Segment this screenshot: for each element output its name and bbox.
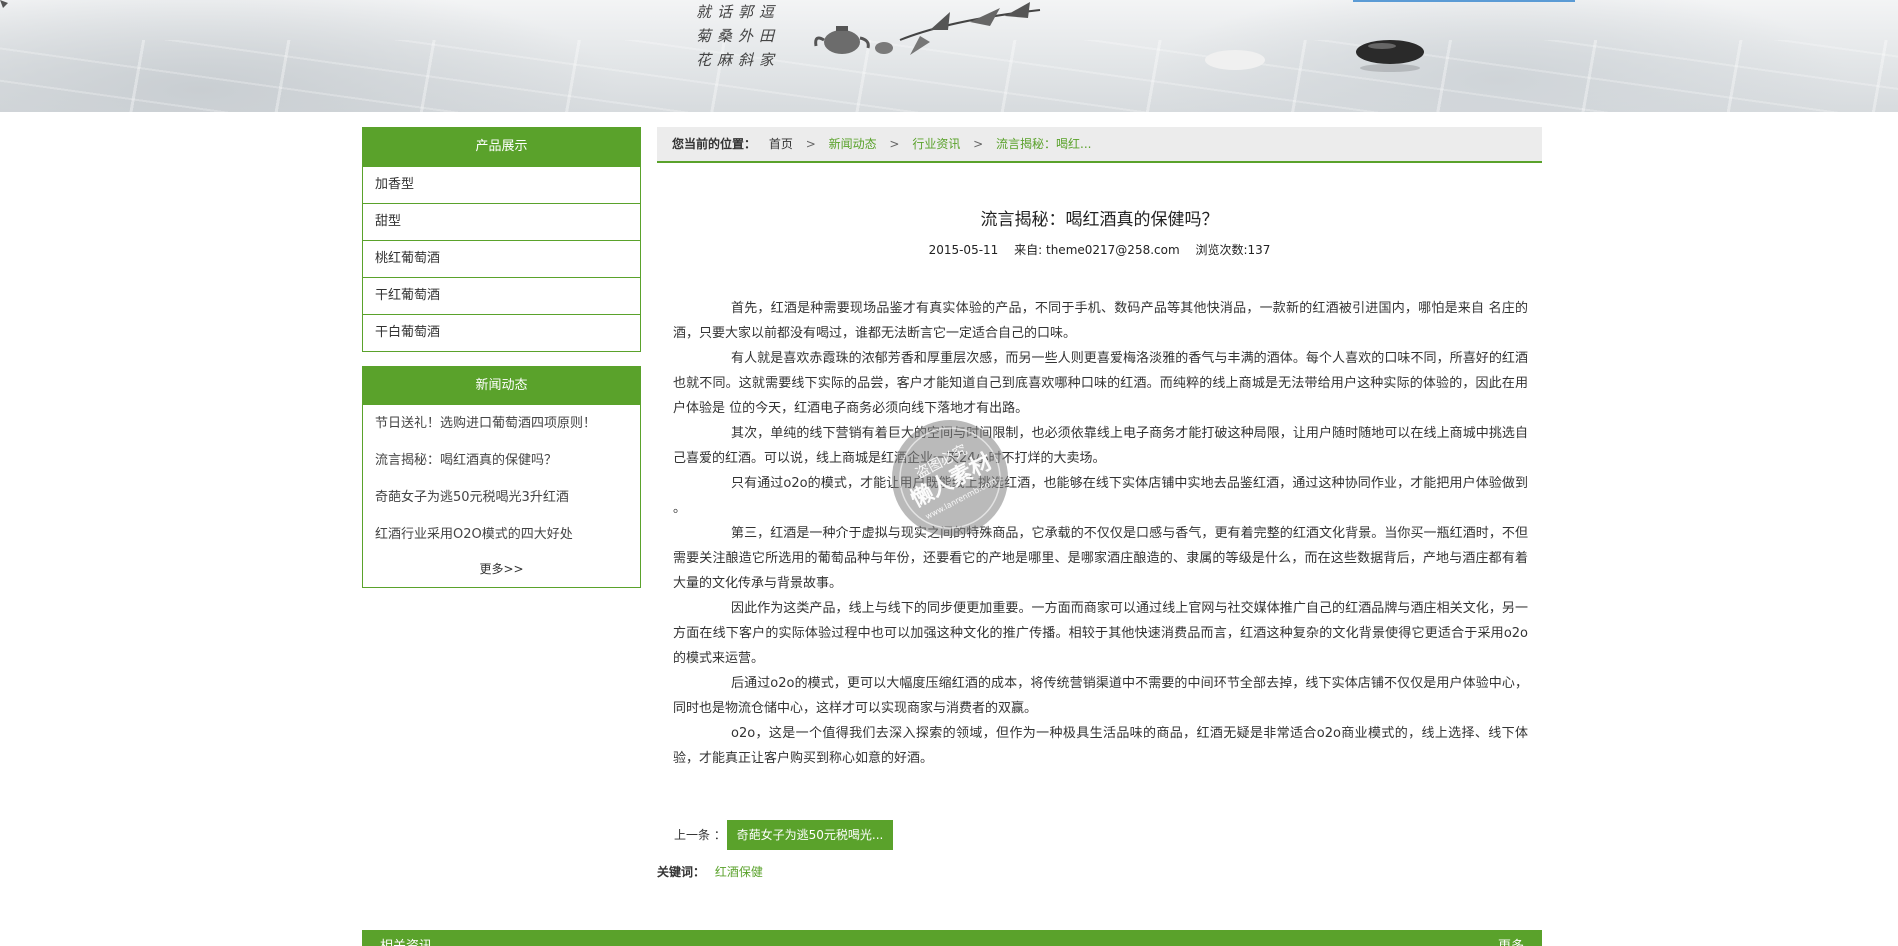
breadcrumb-industry-link[interactable]: 行业资讯	[912, 127, 960, 161]
poem-line: 就话郭逗	[696, 3, 781, 21]
breadcrumb-current-link[interactable]: 流言揭秘：喝红...	[996, 127, 1091, 161]
keywords-row: 关键词： 红酒保健	[657, 864, 763, 880]
black-pebble-icon	[1356, 40, 1424, 72]
article-views: 浏览次数:137	[1195, 243, 1271, 257]
bamboo-branch-icon	[899, 2, 1041, 55]
poem-line: 菊桑外田	[696, 27, 781, 45]
article-source: 来自: theme0217@258.com	[1014, 243, 1180, 257]
poem-line: 花麻斜家	[696, 51, 781, 69]
header-banner: 就话郭逗 菊桑外田 花麻斜家	[0, 0, 1898, 112]
breadcrumb-separator: >	[973, 137, 984, 151]
news-box: 新闻动态 节日送礼！选购进口葡萄酒四项原则！ 流言揭秘：喝红酒真的保健吗？ 奇葩…	[362, 366, 641, 588]
article-body: 首先，红酒是种需要现场品鉴才有真实体验的产品，不同于手机、数码产品等其他快消品，…	[673, 296, 1528, 771]
article-paragraph: 第三，红酒是一种介于虚拟与现实之间的特殊商品，它承载的不仅仅是口感与香气，更有着…	[673, 526, 1528, 591]
article-paragraph: 后通过o2o的模式，更可以大幅度压缩红酒的成本，将传统营销渠道中不需要的中间环节…	[673, 676, 1528, 716]
article-title: 流言揭秘：喝红酒真的保健吗？	[980, 210, 1219, 230]
breadcrumb-label: 您当前的位置：	[672, 137, 757, 151]
article-date: 2015-05-11	[928, 243, 999, 257]
corner-mark-icon	[0, 0, 8, 8]
prev-article-label: 上一条 ：	[674, 828, 726, 842]
news-more-link[interactable]: 更多>>	[363, 553, 640, 587]
breadcrumb-separator: >	[889, 137, 900, 151]
article-paragraph: o2o，这是一个值得我们去深入探索的领域，但作为一种极具生活品味的商品，红酒无疑…	[673, 726, 1528, 766]
product-category-link[interactable]: 加香型	[363, 166, 640, 203]
prev-article-row: 上一条 ： 奇葩女子为逃50元税喝光...	[674, 820, 893, 850]
product-category-link[interactable]: 干红葡萄酒	[363, 277, 640, 314]
prev-article-button[interactable]: 奇葩女子为逃50元税喝光...	[727, 820, 893, 850]
white-pebble-icon	[1205, 50, 1265, 70]
related-news-bar: 相关资讯 更多	[362, 930, 1542, 946]
news-link[interactable]: 节日送礼！选购进口葡萄酒四项原则！	[363, 405, 640, 442]
article-paragraph: 首先，红酒是种需要现场品鉴才有真实体验的产品，不同于手机、数码产品等其他快消品，…	[673, 301, 1528, 341]
breadcrumb: 您当前的位置： 首页 > 新闻动态 > 行业资讯 > 流言揭秘：喝红...	[657, 127, 1542, 163]
article-meta: 2015-05-11 来自: theme0217@258.com 浏览次数:13…	[657, 241, 1542, 258]
breadcrumb-separator: >	[805, 137, 816, 151]
breadcrumb-news-link[interactable]: 新闻动态	[829, 127, 877, 161]
news-link[interactable]: 奇葩女子为逃50元税喝光3升红酒	[363, 479, 640, 516]
article-paragraph: 只有通过o2o的模式，才能让用户既能线上挑选红酒，也能够在线下实体店铺中实地去品…	[673, 476, 1528, 516]
product-category-box: 产品展示 加香型 甜型 桃红葡萄酒 干红葡萄酒 干白葡萄酒	[362, 127, 641, 352]
news-link[interactable]: 红酒行业采用O2O模式的四大好处	[363, 516, 640, 553]
article-paragraph: 其次，单纯的线下营销有着巨大的空间与时间限制，也必须依靠线上电子商务才能打破这种…	[673, 426, 1528, 466]
product-box-title: 产品展示	[363, 128, 640, 166]
article-paragraph: 有人就是喜欢赤霞珠的浓郁芳香和厚重层次感，而另一些人则更喜爱梅洛淡雅的香气与丰满…	[673, 351, 1528, 416]
keyword-link[interactable]: 红酒保健	[715, 865, 763, 879]
article-paragraph: 因此作为这类产品，线上与线下的同步便更加重要。一方面而商家可以通过线上官网与社交…	[673, 601, 1528, 666]
news-box-title: 新闻动态	[363, 367, 640, 405]
product-category-link[interactable]: 桃红葡萄酒	[363, 240, 640, 277]
teapot-icon	[814, 26, 893, 54]
related-news-more-link[interactable]: 更多	[1498, 935, 1524, 946]
product-category-link[interactable]: 甜型	[363, 203, 640, 240]
watermark-seal-icon: 盗图必究 懒人素材 www.lanrenmb.com	[892, 420, 1008, 536]
related-news-title: 相关资讯	[380, 935, 432, 946]
product-category-link[interactable]: 干白葡萄酒	[363, 314, 640, 351]
banner-scroll-indicator	[1353, 0, 1575, 2]
keywords-label: 关键词：	[657, 865, 706, 879]
banner-poem: 就话郭逗 菊桑外田 花麻斜家	[696, 0, 780, 72]
news-link[interactable]: 流言揭秘：喝红酒真的保健吗？	[363, 442, 640, 479]
breadcrumb-home-link[interactable]: 首页	[769, 127, 793, 161]
